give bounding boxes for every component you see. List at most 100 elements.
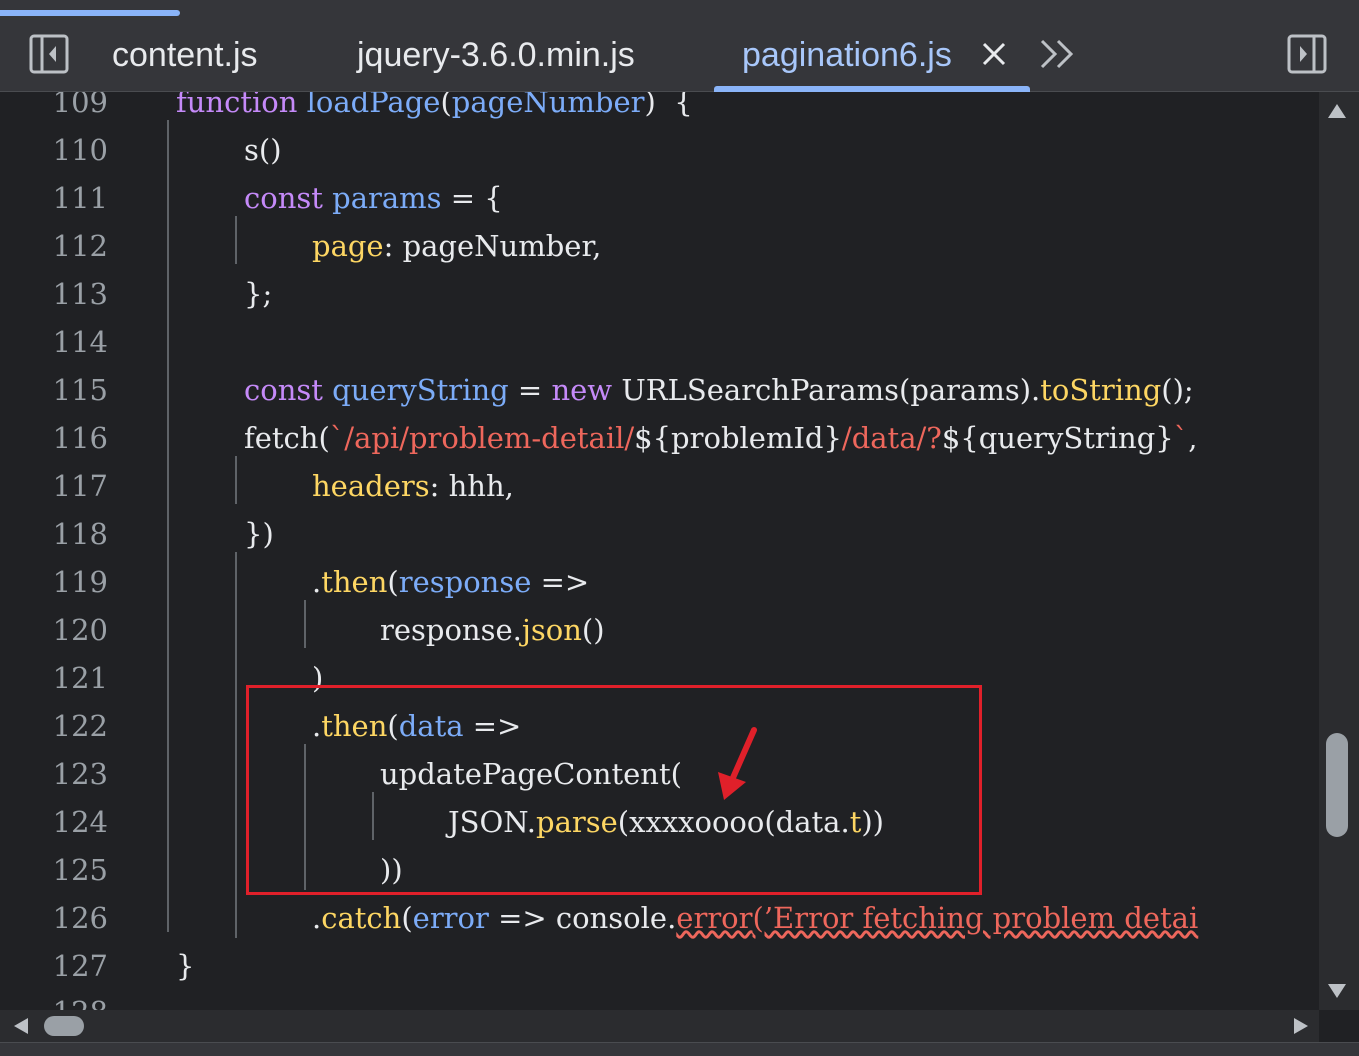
line-code: .then(response => <box>312 558 589 606</box>
code-line: 115 const queryString = new URLSearchPar… <box>0 366 1319 414</box>
token: page <box>312 229 384 263</box>
token: . <box>312 901 322 935</box>
line-number: 127 <box>52 949 108 983</box>
token: => <box>531 565 590 599</box>
line-code: }; <box>244 270 272 318</box>
horizontal-scroll-thumb[interactable] <box>44 1016 84 1036</box>
line-number: 117 <box>52 469 108 503</box>
line-code: const queryString = new URLSearchParams(… <box>244 366 1194 414</box>
code-line: 110 s() <box>0 126 1319 174</box>
token: => console. <box>488 901 677 935</box>
line-number: 110 <box>52 133 108 167</box>
token: fetch( <box>244 421 330 455</box>
code-line: 128 <box>0 988 1319 1010</box>
token: headers <box>312 469 430 503</box>
line-number: 118 <box>52 517 108 551</box>
token: ) { <box>644 92 693 119</box>
scroll-down-icon[interactable] <box>1326 982 1348 1004</box>
token: (’Error fetching problem detai <box>752 901 1199 935</box>
code-line: 112 page: pageNumber, <box>0 222 1319 270</box>
tab-jquery[interactable]: jquery-3.6.0.min.js <box>357 30 635 80</box>
code-line: 116 fetch(`/api/problem-detail/${problem… <box>0 414 1319 462</box>
line-code: } <box>176 942 194 990</box>
line-number: 114 <box>52 325 108 359</box>
code-line: 111 const params = { <box>0 174 1319 222</box>
line-code: fetch(`/api/problem-detail/${problemId}/… <box>244 414 1197 462</box>
line-number: 121 <box>52 661 108 695</box>
token: ( <box>401 901 413 935</box>
token: new <box>551 373 613 407</box>
token: : hhh, <box>429 469 514 503</box>
token: () <box>581 613 605 647</box>
token: ( <box>387 565 399 599</box>
token: /data/? <box>841 421 942 455</box>
line-number: 111 <box>52 181 108 215</box>
horizontal-scrollbar[interactable] <box>0 1010 1319 1042</box>
line-number: 126 <box>52 901 108 935</box>
line-number: 125 <box>52 853 108 887</box>
line-code: response.json() <box>380 606 605 654</box>
token: = <box>508 373 552 407</box>
status-bar <box>0 1042 1359 1056</box>
token: pageNumber <box>451 92 645 119</box>
code-line: 119 .then(response => <box>0 558 1319 606</box>
token: const <box>244 181 323 215</box>
token: function <box>176 92 298 119</box>
line-number: 109 <box>52 92 108 119</box>
close-icon[interactable] <box>980 40 1008 72</box>
scroll-right-icon[interactable] <box>1292 1016 1310 1040</box>
token: const <box>244 373 323 407</box>
token: `/api/problem-detail/ <box>329 421 635 455</box>
token: json <box>521 613 582 647</box>
annotation-arrow-icon <box>712 726 762 806</box>
token: error <box>676 901 753 935</box>
code-line: 120 response.json() <box>0 606 1319 654</box>
token: ( <box>440 92 452 119</box>
token: s() <box>244 133 282 167</box>
token: ` <box>1173 421 1189 455</box>
tab-bar: content.js jquery-3.6.0.min.js paginatio… <box>0 0 1359 92</box>
line-code: page: pageNumber, <box>312 222 601 270</box>
token: then <box>321 565 388 599</box>
scroll-up-icon[interactable] <box>1326 102 1348 124</box>
line-number: 116 <box>52 421 108 455</box>
chevrons-right-icon[interactable] <box>1038 37 1078 75</box>
vertical-scrollbar[interactable] <box>1319 92 1359 1010</box>
window-accent-line <box>0 10 180 16</box>
token: response <box>398 565 532 599</box>
line-number: 119 <box>52 565 108 599</box>
token: URLSearchParams(params). <box>612 373 1041 407</box>
code-line: 118 }) <box>0 510 1319 558</box>
tab-content-js[interactable]: content.js <box>112 30 258 80</box>
token: ${problemId} <box>634 421 842 455</box>
code-line: 117 headers: hhh, <box>0 462 1319 510</box>
line-number: 120 <box>52 613 108 647</box>
code-line: 127 } <box>0 942 1319 990</box>
line-code: s() <box>244 126 282 174</box>
token: params <box>332 181 442 215</box>
panel-right-icon[interactable] <box>1286 33 1328 79</box>
token: loadPage <box>306 92 441 119</box>
tab-pagination6-js[interactable]: pagination6.js <box>742 30 952 80</box>
token: }) <box>244 517 274 551</box>
vertical-scroll-thumb[interactable] <box>1326 733 1348 837</box>
scroll-left-icon[interactable] <box>12 1016 30 1040</box>
line-code: const params = { <box>244 174 503 222</box>
line-code: }) <box>244 510 274 558</box>
token: ${queryString} <box>941 421 1174 455</box>
code-line: 126 .catch(error => console.error(’Error… <box>0 894 1319 942</box>
line-number: 115 <box>52 373 108 407</box>
panel-left-icon[interactable] <box>28 33 70 79</box>
line-number: 124 <box>52 805 108 839</box>
code-line: 113 }; <box>0 270 1319 318</box>
code-line: 114 <box>0 318 1319 366</box>
token: } <box>176 949 195 983</box>
line-number: 113 <box>52 277 108 311</box>
token: . <box>312 565 322 599</box>
line-number: 122 <box>52 709 108 743</box>
token: , <box>1188 421 1198 455</box>
token: toString <box>1040 373 1162 407</box>
code-line: 109 function loadPage(pageNumber) { <box>0 92 1319 126</box>
line-code: .catch(error => console.error(’Error fet… <box>312 894 1198 942</box>
line-code: headers: hhh, <box>312 462 514 510</box>
